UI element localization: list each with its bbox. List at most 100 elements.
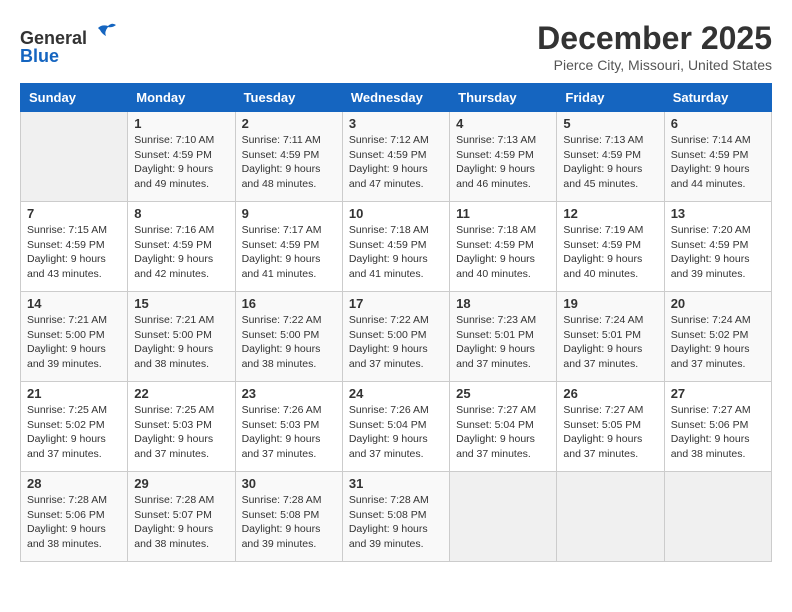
calendar-cell: 17Sunrise: 7:22 AM Sunset: 5:00 PM Dayli…	[342, 292, 449, 382]
day-number: 27	[671, 386, 765, 401]
header-cell-sunday: Sunday	[21, 84, 128, 112]
day-number: 11	[456, 206, 550, 221]
day-info: Sunrise: 7:26 AM Sunset: 5:03 PM Dayligh…	[242, 403, 336, 462]
day-number: 9	[242, 206, 336, 221]
calendar-cell	[557, 472, 664, 562]
day-info: Sunrise: 7:20 AM Sunset: 4:59 PM Dayligh…	[671, 223, 765, 282]
day-info: Sunrise: 7:13 AM Sunset: 4:59 PM Dayligh…	[456, 133, 550, 192]
day-number: 5	[563, 116, 657, 131]
day-number: 14	[27, 296, 121, 311]
calendar-cell: 30 Sunrise: 7:28 AM Sunset: 5:08 PM Dayli…	[235, 472, 342, 562]
calendar-header: SundayMondayTuesdayWednesdayThursdayFrid…	[21, 84, 772, 112]
calendar-cell: 20Sunrise: 7:24 AM Sunset: 5:02 PM Dayli…	[664, 292, 771, 382]
calendar-cell: 25 Sunrise: 7:27 AM Sunset: 5:04 PM Dayli…	[450, 382, 557, 472]
day-number: 21	[27, 386, 121, 401]
day-number: 13	[671, 206, 765, 221]
day-info: Sunrise: 7:24 AM Sunset: 5:01 PM Dayligh…	[563, 313, 657, 372]
logo-bird-icon	[94, 20, 118, 44]
day-number: 24	[349, 386, 443, 401]
day-number: 18	[456, 296, 550, 311]
header-cell-tuesday: Tuesday	[235, 84, 342, 112]
day-info: Sunrise: 7:24 AM Sunset: 5:02 PM Dayligh…	[671, 313, 765, 372]
calendar-cell: 5Sunrise: 7:13 AM Sunset: 4:59 PM Daylig…	[557, 112, 664, 202]
week-row: 1 Sunrise: 7:10 AM Sunset: 4:59 PM Daylig…	[21, 112, 772, 202]
day-info: Sunrise: 7:28 AM Sunset: 5:08 PM Dayligh…	[349, 493, 443, 552]
day-number: 2	[242, 116, 336, 131]
day-number: 30	[242, 476, 336, 491]
calendar-cell	[21, 112, 128, 202]
day-number: 28	[27, 476, 121, 491]
day-info: Sunrise: 7:10 AM Sunset: 4:59 PM Dayligh…	[134, 133, 228, 192]
day-number: 22	[134, 386, 228, 401]
calendar-cell	[664, 472, 771, 562]
calendar-cell: 9 Sunrise: 7:17 AM Sunset: 4:59 PM Daylig…	[235, 202, 342, 292]
day-info: Sunrise: 7:18 AM Sunset: 4:59 PM Dayligh…	[349, 223, 443, 282]
day-info: Sunrise: 7:15 AM Sunset: 4:59 PM Dayligh…	[27, 223, 121, 282]
calendar-cell: 14 Sunrise: 7:21 AM Sunset: 5:00 PM Dayli…	[21, 292, 128, 382]
header-cell-saturday: Saturday	[664, 84, 771, 112]
calendar-cell: 10 Sunrise: 7:18 AM Sunset: 4:59 PM Dayli…	[342, 202, 449, 292]
calendar-cell: 28 Sunrise: 7:28 AM Sunset: 5:06 PM Dayli…	[21, 472, 128, 562]
calendar-cell: 3 Sunrise: 7:12 AM Sunset: 4:59 PM Daylig…	[342, 112, 449, 202]
calendar-cell: 19 Sunrise: 7:24 AM Sunset: 5:01 PM Dayli…	[557, 292, 664, 382]
day-number: 10	[349, 206, 443, 221]
day-number: 7	[27, 206, 121, 221]
calendar-cell: 15Sunrise: 7:21 AM Sunset: 5:00 PM Dayli…	[128, 292, 235, 382]
header-row: SundayMondayTuesdayWednesdayThursdayFrid…	[21, 84, 772, 112]
day-info: Sunrise: 7:11 AM Sunset: 4:59 PM Dayligh…	[242, 133, 336, 192]
calendar-cell: 27 Sunrise: 7:27 AM Sunset: 5:06 PM Dayli…	[664, 382, 771, 472]
calendar-cell	[450, 472, 557, 562]
calendar-cell: 18 Sunrise: 7:23 AM Sunset: 5:01 PM Dayli…	[450, 292, 557, 382]
day-info: Sunrise: 7:17 AM Sunset: 4:59 PM Dayligh…	[242, 223, 336, 282]
week-row: 14 Sunrise: 7:21 AM Sunset: 5:00 PM Dayli…	[21, 292, 772, 382]
day-info: Sunrise: 7:27 AM Sunset: 5:04 PM Dayligh…	[456, 403, 550, 462]
logo: General Blue	[20, 20, 118, 67]
calendar-cell: 29Sunrise: 7:28 AM Sunset: 5:07 PM Dayli…	[128, 472, 235, 562]
day-number: 31	[349, 476, 443, 491]
day-info: Sunrise: 7:27 AM Sunset: 5:05 PM Dayligh…	[563, 403, 657, 462]
day-info: Sunrise: 7:19 AM Sunset: 4:59 PM Dayligh…	[563, 223, 657, 282]
header-cell-wednesday: Wednesday	[342, 84, 449, 112]
day-number: 6	[671, 116, 765, 131]
calendar-cell: 24Sunrise: 7:26 AM Sunset: 5:04 PM Dayli…	[342, 382, 449, 472]
day-number: 17	[349, 296, 443, 311]
day-number: 25	[456, 386, 550, 401]
calendar-cell: 11 Sunrise: 7:18 AM Sunset: 4:59 PM Dayli…	[450, 202, 557, 292]
day-number: 12	[563, 206, 657, 221]
calendar-cell: 23 Sunrise: 7:26 AM Sunset: 5:03 PM Dayli…	[235, 382, 342, 472]
day-info: Sunrise: 7:21 AM Sunset: 5:00 PM Dayligh…	[27, 313, 121, 372]
day-number: 16	[242, 296, 336, 311]
day-info: Sunrise: 7:23 AM Sunset: 5:01 PM Dayligh…	[456, 313, 550, 372]
day-info: Sunrise: 7:12 AM Sunset: 4:59 PM Dayligh…	[349, 133, 443, 192]
week-row: 28 Sunrise: 7:28 AM Sunset: 5:06 PM Dayli…	[21, 472, 772, 562]
week-row: 21 Sunrise: 7:25 AM Sunset: 5:02 PM Dayli…	[21, 382, 772, 472]
calendar-cell: 21 Sunrise: 7:25 AM Sunset: 5:02 PM Dayli…	[21, 382, 128, 472]
calendar-cell: 12 Sunrise: 7:19 AM Sunset: 4:59 PM Dayli…	[557, 202, 664, 292]
day-info: Sunrise: 7:25 AM Sunset: 5:02 PM Dayligh…	[27, 403, 121, 462]
title-section: December 2025 Pierce City, Missouri, Uni…	[537, 20, 772, 73]
calendar-cell: 22 Sunrise: 7:25 AM Sunset: 5:03 PM Dayli…	[128, 382, 235, 472]
calendar-cell: 2 Sunrise: 7:11 AM Sunset: 4:59 PM Daylig…	[235, 112, 342, 202]
calendar-cell: 31 Sunrise: 7:28 AM Sunset: 5:08 PM Dayli…	[342, 472, 449, 562]
day-number: 1	[134, 116, 228, 131]
day-number: 29	[134, 476, 228, 491]
day-number: 19	[563, 296, 657, 311]
day-info: Sunrise: 7:28 AM Sunset: 5:06 PM Dayligh…	[27, 493, 121, 552]
calendar-cell: 1 Sunrise: 7:10 AM Sunset: 4:59 PM Daylig…	[128, 112, 235, 202]
day-number: 26	[563, 386, 657, 401]
location-title: Pierce City, Missouri, United States	[537, 57, 772, 73]
day-info: Sunrise: 7:22 AM Sunset: 5:00 PM Dayligh…	[242, 313, 336, 372]
calendar-cell: 13 Sunrise: 7:20 AM Sunset: 4:59 PM Dayli…	[664, 202, 771, 292]
day-number: 4	[456, 116, 550, 131]
calendar-cell: 4 Sunrise: 7:13 AM Sunset: 4:59 PM Daylig…	[450, 112, 557, 202]
day-number: 3	[349, 116, 443, 131]
day-info: Sunrise: 7:27 AM Sunset: 5:06 PM Dayligh…	[671, 403, 765, 462]
week-row: 7 Sunrise: 7:15 AM Sunset: 4:59 PM Daylig…	[21, 202, 772, 292]
day-info: Sunrise: 7:28 AM Sunset: 5:08 PM Dayligh…	[242, 493, 336, 552]
day-info: Sunrise: 7:25 AM Sunset: 5:03 PM Dayligh…	[134, 403, 228, 462]
calendar-body: 1 Sunrise: 7:10 AM Sunset: 4:59 PM Daylig…	[21, 112, 772, 562]
day-info: Sunrise: 7:18 AM Sunset: 4:59 PM Dayligh…	[456, 223, 550, 282]
day-number: 23	[242, 386, 336, 401]
month-title: December 2025	[537, 20, 772, 57]
day-number: 15	[134, 296, 228, 311]
